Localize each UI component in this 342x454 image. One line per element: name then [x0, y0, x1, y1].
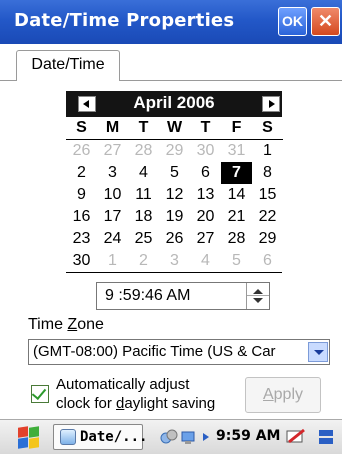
weekday-header: S — [66, 117, 97, 140]
calendar-header: April 2006 — [66, 91, 282, 117]
calendar-day[interactable]: 6 — [252, 250, 283, 272]
day-grid: 26 27 28 29 30 31 1 2 3 4 5 6 7 8 9 10 11 12 13 14 15 16 17 18 1… — [66, 140, 282, 272]
dropdown-arrow-button[interactable] — [308, 342, 328, 362]
start-windows-icon[interactable] — [18, 426, 40, 449]
apply-button[interactable]: Apply — [245, 377, 321, 413]
calendar-day[interactable]: 5 — [159, 162, 190, 184]
calendar-day[interactable]: 3 — [97, 162, 128, 184]
time-zone-value: (GMT-08:00) Pacific Time (US & Car — [33, 343, 276, 360]
calendar-day[interactable]: 21 — [221, 206, 252, 228]
taskbar-app-button[interactable]: Date/... — [53, 424, 147, 450]
spin-down-icon[interactable] — [253, 298, 263, 303]
calendar-day[interactable]: 2 — [66, 162, 97, 184]
calendar-day[interactable]: 6 — [190, 162, 221, 184]
calendar-day[interactable]: 28 — [128, 140, 159, 162]
calendar-day[interactable]: 22 — [252, 206, 283, 228]
network-icon[interactable] — [180, 428, 198, 446]
input-panel-icon[interactable] — [286, 428, 305, 446]
time-spinner[interactable] — [246, 283, 269, 309]
window-title: Date/Time Properties — [14, 10, 235, 31]
calendar-day[interactable]: 19 — [159, 206, 190, 228]
next-month-button[interactable] — [262, 96, 280, 112]
calendar-day[interactable]: 23 — [66, 228, 97, 250]
calendar-day[interactable]: 3 — [159, 250, 190, 272]
calendar-day[interactable]: 29 — [252, 228, 283, 250]
calendar-day[interactable]: 13 — [190, 184, 221, 206]
weekday-header: T — [128, 117, 159, 140]
desktop-icon[interactable] — [318, 428, 336, 446]
connectivity-icon[interactable] — [160, 428, 178, 446]
calendar-day[interactable]: 11 — [128, 184, 159, 206]
calendar-day[interactable]: 17 — [97, 206, 128, 228]
weekday-header: W — [159, 117, 190, 140]
taskbar-app-label: Date/... — [80, 429, 148, 445]
calendar-day[interactable]: 30 — [66, 250, 97, 272]
calendar-day[interactable]: 15 — [252, 184, 283, 206]
calendar-day[interactable]: 8 — [252, 162, 283, 184]
spin-up-icon[interactable] — [253, 289, 263, 294]
taskbar-clock[interactable]: 9:59 AM — [216, 428, 280, 444]
calendar-day[interactable]: 2 — [128, 250, 159, 272]
weekday-header: S — [252, 117, 283, 140]
daylight-saving-label[interactable]: Automatically adjust clock for daylight … — [56, 375, 215, 413]
time-zone-dropdown[interactable]: (GMT-08:00) Pacific Time (US & Car — [28, 339, 330, 365]
selected-day[interactable]: 7 — [221, 162, 252, 184]
weekday-row: SMTWTFS — [66, 117, 283, 140]
calendar-day[interactable]: 24 — [97, 228, 128, 250]
tab-date-time[interactable]: Date/Time — [16, 50, 120, 81]
calendar-day[interactable]: 30 — [190, 140, 221, 162]
calendar-day[interactable]: 31 — [221, 140, 252, 162]
calendar-day[interactable]: 18 — [128, 206, 159, 228]
weekday-header: T — [190, 117, 221, 140]
calendar-day[interactable]: 28 — [221, 228, 252, 250]
calendar-day[interactable]: 5 — [221, 250, 252, 272]
date-time-app-icon — [60, 429, 76, 445]
tray-arrow-icon[interactable] — [200, 428, 212, 446]
calendar-day[interactable]: 27 — [97, 140, 128, 162]
month-calendar: April 2006 SMTWTFS 26 27 28 29 30 31 1 2 3 4 5 6 7 8 9… — [66, 91, 283, 273]
calendar-day[interactable]: 26 — [159, 228, 190, 250]
daylight-saving-checkbox[interactable] — [31, 384, 49, 403]
title-bar: Date/Time Properties OK ✕ — [0, 0, 342, 44]
taskbar: Date/... 9:59 AM — [0, 419, 342, 454]
calendar-day[interactable]: 20 — [190, 206, 221, 228]
calendar-day[interactable]: 1 — [252, 140, 283, 162]
calendar-day[interactable]: 14 — [221, 184, 252, 206]
arrow-right-icon — [269, 100, 275, 108]
calendar-day[interactable]: 10 — [97, 184, 128, 206]
month-label[interactable]: April 2006 — [66, 93, 282, 113]
calendar-day[interactable]: 4 — [190, 250, 221, 272]
calendar-day[interactable]: 9 — [66, 184, 97, 206]
calendar-day[interactable]: 26 — [66, 140, 97, 162]
weekday-header: M — [97, 117, 128, 140]
calendar-day[interactable]: 16 — [66, 206, 97, 228]
close-button[interactable]: ✕ — [311, 7, 340, 36]
time-zone-label: Time Zone — [28, 316, 104, 333]
ok-button[interactable]: OK — [278, 7, 307, 36]
calendar-day[interactable]: 27 — [190, 228, 221, 250]
time-value[interactable]: 9 :59:46 AM — [105, 287, 190, 305]
chevron-down-icon — [314, 350, 324, 355]
calendar-day[interactable]: 1 — [97, 250, 128, 272]
checkmark-icon — [31, 384, 47, 401]
weekday-header: F — [221, 117, 252, 140]
calendar-day[interactable]: 25 — [128, 228, 159, 250]
calendar-day[interactable]: 12 — [159, 184, 190, 206]
calendar-day[interactable]: 4 — [128, 162, 159, 184]
calendar-day[interactable]: 29 — [159, 140, 190, 162]
time-picker[interactable]: 9 :59:46 AM — [96, 282, 270, 310]
